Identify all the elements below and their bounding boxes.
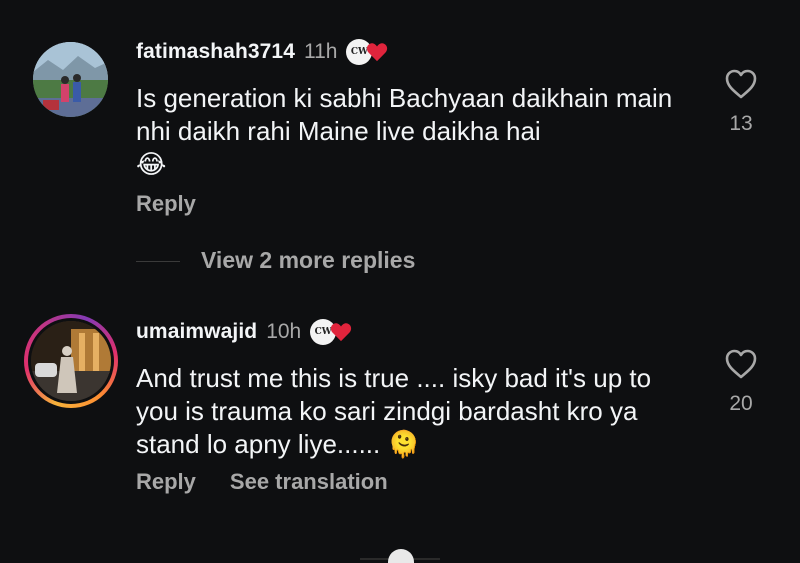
reply-button[interactable]: Reply [136,191,196,217]
melting-face-emoji: 🫠 [387,430,420,460]
reply-button[interactable]: Reply [136,469,196,495]
view-more-replies[interactable]: View 2 more replies [0,244,800,280]
heart-icon [367,43,388,62]
username[interactable]: umaimwajid [136,320,257,344]
avatar-photo [33,42,108,117]
like-count: 20 [729,392,753,415]
see-translation-button[interactable]: See translation [230,469,388,495]
comment-actions: Reply See translation [136,469,388,495]
username[interactable]: fatimashah3714 [136,40,295,64]
heart-outline-icon [725,349,757,379]
comment-body: Is generation ki sabhi Bachyaan daikhain… [136,83,673,146]
avatar-photo [31,321,111,401]
comment-text: And trust me this is true .... isky bad … [136,362,696,462]
bottom-indicator [360,549,440,563]
like-button[interactable]: 13 [716,68,766,136]
avatar[interactable] [33,42,108,117]
partial-avatar [388,549,414,563]
view-more-replies-label[interactable]: View 2 more replies [201,247,415,274]
comment-text: Is generation ki sabhi Bachyaan daikhain… [136,82,696,182]
comment-item: umaimwajid 10h CW And trust me this is t… [0,300,800,530]
comment-item: fatimashah3714 11h CW Is generation ki s… [0,0,800,240]
heart-outline-icon [725,69,757,99]
avatar[interactable] [31,321,111,401]
comment-actions: Reply [136,191,196,217]
comment-header: fatimashah3714 11h CW [136,37,390,67]
like-count: 13 [729,112,753,135]
timestamp: 11h [303,40,338,63]
divider [136,261,180,262]
comment-header: umaimwajid 10h CW [136,317,354,347]
heart-icon [331,323,352,342]
like-button[interactable]: 20 [716,348,766,416]
heart-badge-icon: CW [346,38,390,66]
heart-badge-icon: CW [310,318,354,346]
tears-of-joy-emoji: 😂 [136,150,167,180]
timestamp: 10h [266,320,302,343]
